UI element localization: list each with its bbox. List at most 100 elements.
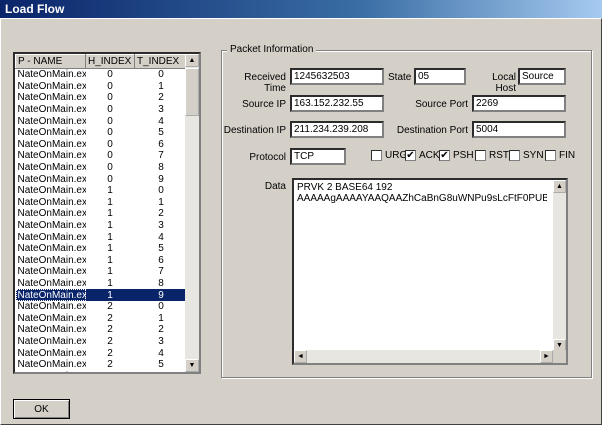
local-host-field[interactable]: Source [518,68,566,85]
cell-tindex: 7 [158,266,164,278]
cell-hindex: 1 [107,231,113,243]
checkbox-box[interactable]: ✔ [405,150,416,161]
table-row[interactable]: NateOnMain.exe 1 7 [16,266,188,278]
data-textarea[interactable]: PRVK 2 BASE64 192 AAAAAgAAAAYAAQAAZhCaBn… [292,178,568,365]
table-row[interactable]: NateOnMain.exe 1 8 [16,278,188,290]
dest-ip-label: Destination IP [223,125,286,136]
table-row[interactable]: NateOnMain.exe 2 1 [16,312,188,324]
received-time-label: Received Time [244,72,286,94]
protocol-label: Protocol [249,152,286,163]
data-scroll-right-icon[interactable]: ► [540,350,553,363]
flag-fin-checkbox[interactable]: FIN [545,150,575,161]
cell-tindex: 8 [158,277,164,289]
table-row[interactable]: NateOnMain.exe 1 4 [16,231,188,243]
list-body: NateOnMain.exe 0 0 NateOnMain.exe 0 1 NateOnMa… [15,69,188,372]
table-row[interactable]: NateOnMain.exe 0 8 [16,162,188,174]
table-row[interactable]: NateOnMain.exe 0 0 [16,69,188,81]
table-row[interactable]: NateOnMain.exe 0 2 [16,92,188,104]
scroll-down-icon[interactable]: ▼ [185,359,199,372]
table-row[interactable]: NateOnMain.exe 1 9 [15,289,188,301]
source-ip-label: Source IP [242,99,286,110]
flag-ack-checkbox[interactable]: ✔ ACK [405,150,440,161]
list-scrollbar[interactable]: ▲ ▼ [185,54,199,372]
data-vscrollbar[interactable]: ▲ ▼ [553,180,566,352]
table-row[interactable]: NateOnMain.exe 0 1 [16,81,188,93]
cell-tindex: 6 [158,138,164,150]
table-row[interactable]: NateOnMain.exe 0 9 [16,173,188,185]
packet-info-title: Packet Information [227,44,317,55]
cell-pname: NateOnMain.exe [15,289,86,301]
protocol-field[interactable]: TCP [290,148,346,165]
table-row[interactable]: NateOnMain.exe 0 5 [16,127,188,139]
table-row[interactable]: NateOnMain.exe26 [16,370,188,372]
table-row[interactable]: NateOnMain.exe 2 2 [16,324,188,336]
source-port-field[interactable]: 2269 [472,95,566,112]
flag-label: FIN [559,150,576,161]
flag-urg-checkbox[interactable]: URG [371,150,407,161]
cell-pname: NateOnMain.exe [17,208,86,220]
cell-pname: NateOnMain.exe [17,127,86,139]
table-row[interactable]: NateOnMain.exe 1 1 [16,197,188,209]
checkbox-box[interactable] [475,150,486,161]
dest-port-field[interactable]: 5004 [472,121,566,138]
flag-syn-checkbox[interactable]: SYN [509,150,544,161]
state-field[interactable]: 05 [414,68,466,85]
cell-hindex: 1 [107,220,113,232]
ok-button[interactable]: OK [13,399,70,419]
data-scroll-up-icon[interactable]: ▲ [553,180,566,193]
table-row[interactable]: NateOnMain.exe 1 0 [16,185,188,197]
cell-hindex: 0 [107,92,113,104]
cell-pname: NateOnMain.exe [17,162,86,174]
checkbox-box[interactable] [509,150,520,161]
cell-hindex: 1 [107,196,113,208]
cell-pname: NateOnMain.exe [17,92,86,104]
cell-pname: NateOnMain.exe [17,359,86,371]
cell-pname: NateOnMain.exe [17,277,86,289]
data-hscrollbar[interactable]: ◄ ► [294,350,553,363]
table-row[interactable]: NateOnMain.exe 2 3 [16,336,188,348]
table-row[interactable]: NateOnMain.exe 0 7 [16,150,188,162]
table-row[interactable]: NateOnMain.exe 2 5 [16,359,188,371]
table-row[interactable]: NateOnMain.exe 1 2 [16,208,188,220]
cell-tindex: 3 [158,104,164,116]
dest-ip-field[interactable]: 211.234.239.208 [290,121,384,138]
column-header-hindex[interactable]: H_INDEX [85,54,135,69]
table-row[interactable]: NateOnMain.exe 0 3 [16,104,188,116]
cell-hindex: 2 [107,335,113,347]
cell-pname: NateOnMain.exe [17,115,86,127]
checkbox-box[interactable] [371,150,382,161]
received-time-field[interactable]: 1245632503 [290,68,384,85]
column-header-tindex[interactable]: T_INDEX [134,54,188,69]
scroll-up-icon[interactable]: ▲ [185,54,199,67]
checkbox-box[interactable] [545,150,556,161]
column-header-pname[interactable]: P - NAME [15,54,86,69]
cell-tindex: 4 [158,115,164,127]
cell-hindex: 2 [107,312,113,324]
scroll-thumb[interactable] [185,68,199,116]
flag-psh-checkbox[interactable]: ✔ PSH [439,150,474,161]
cell-pname: NateOnMain.exe [17,104,86,116]
cell-pname: NateOnMain.exe [17,80,86,92]
packet-list[interactable]: P - NAME H_INDEX T_INDEX NateOnMain.exe 0… [13,52,201,374]
checkbox-box[interactable]: ✔ [439,150,450,161]
table-row[interactable]: NateOnMain.exe 1 5 [16,243,188,255]
table-row[interactable]: NateOnMain.exe 2 0 [16,301,188,313]
data-scroll-left-icon[interactable]: ◄ [294,350,307,363]
flag-label: PSH [453,150,474,161]
table-row[interactable]: NateOnMain.exe 1 3 [16,220,188,232]
table-row[interactable]: NateOnMain.exe 0 4 [16,115,188,127]
cell-hindex: 1 [107,266,113,278]
flag-rst-checkbox[interactable]: RST [475,150,509,161]
cell-hindex: 2 [107,301,113,313]
cell-tindex: 0 [158,185,164,197]
table-row[interactable]: NateOnMain.exe 1 6 [16,255,188,267]
cell-pname: NateOnMain.exe [17,173,86,185]
data-line-1: PRVK 2 BASE64 192 [297,182,393,193]
table-row[interactable]: NateOnMain.exe 0 6 [16,139,188,151]
cell-pname: NateOnMain.exe [16,370,86,372]
source-ip-field[interactable]: 163.152.232.55 [290,95,384,112]
cell-tindex: 4 [158,347,164,359]
cell-pname: NateOnMain.exe [17,335,86,347]
table-row[interactable]: NateOnMain.exe 2 4 [16,347,188,359]
flag-label: SYN [523,150,544,161]
